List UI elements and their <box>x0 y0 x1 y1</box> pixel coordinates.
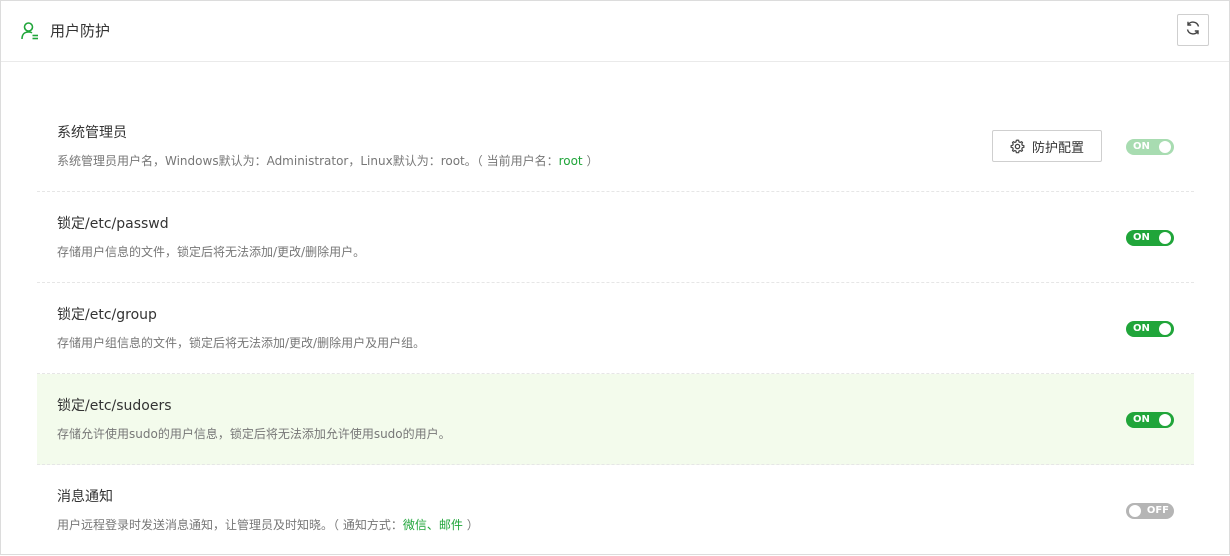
user-shield-icon <box>21 21 39 41</box>
toggle-lock-group[interactable]: ON <box>1126 321 1174 337</box>
toggle-notification[interactable]: OFF <box>1126 503 1174 519</box>
item-description: 用户远程登录时发送消息通知，让管理员及时知晓。（ 通知方式：微信、邮件 ） <box>57 518 479 532</box>
item-description: 存储用户信息的文件，锁定后将无法添加/更改/删除用户。 <box>57 245 366 259</box>
toggle-lock-sudoers[interactable]: ON <box>1126 412 1174 428</box>
toggle-knob <box>1159 414 1171 426</box>
toggle-knob <box>1159 141 1171 153</box>
toggle-lock-passwd[interactable]: ON <box>1126 230 1174 246</box>
page-title: 用户防护 <box>50 22 111 40</box>
list-item-lock-passwd: 锁定/etc/passwd 存储用户信息的文件，锁定后将无法添加/更改/删除用户… <box>37 192 1194 283</box>
gear-icon <box>1010 139 1025 154</box>
protection-config-button[interactable]: 防护配置 <box>992 130 1102 162</box>
protection-list: 系统管理员 系统管理员用户名，Windows默认为：Administrator，… <box>37 101 1194 556</box>
notify-wechat-link[interactable]: 微信 <box>403 518 427 532</box>
toggle-knob <box>1159 323 1171 335</box>
item-description: 系统管理员用户名，Windows默认为：Administrator，Linux默… <box>57 154 599 168</box>
item-title: 锁定/etc/group <box>57 307 157 323</box>
toggle-knob <box>1129 505 1141 517</box>
item-title: 系统管理员 <box>57 125 127 141</box>
toggle-knob <box>1159 232 1171 244</box>
toggle-system-admin[interactable]: ON <box>1126 139 1174 155</box>
panel-header: 用户防护 <box>1 1 1229 62</box>
list-item-lock-sudoers: 锁定/etc/sudoers 存储允许使用sudo的用户信息，锁定后将无法添加允… <box>37 374 1194 465</box>
list-item-lock-group: 锁定/etc/group 存储用户组信息的文件，锁定后将无法添加/更改/删除用户… <box>37 283 1194 374</box>
item-title: 消息通知 <box>57 489 113 505</box>
list-item-notification: 消息通知 用户远程登录时发送消息通知，让管理员及时知晓。（ 通知方式：微信、邮件… <box>37 465 1194 556</box>
list-item-system-admin: 系统管理员 系统管理员用户名，Windows默认为：Administrator，… <box>37 101 1194 192</box>
protection-config-label: 防护配置 <box>1031 140 1084 156</box>
item-title: 锁定/etc/sudoers <box>57 398 172 414</box>
item-description: 存储允许使用sudo的用户信息，锁定后将无法添加允许使用sudo的用户。 <box>57 427 451 441</box>
notify-email-link[interactable]: 邮件 <box>439 518 463 532</box>
user-protection-panel: 用户防护 系统管理员 系统管理员用户名，Windows默认为：Administr… <box>0 0 1230 555</box>
item-description: 存储用户组信息的文件，锁定后将无法添加/更改/删除用户及用户组。 <box>57 336 426 350</box>
current-username: root <box>558 154 583 168</box>
item-title: 锁定/etc/passwd <box>57 216 169 232</box>
refresh-button[interactable] <box>1177 14 1209 46</box>
refresh-icon <box>1185 20 1201 40</box>
